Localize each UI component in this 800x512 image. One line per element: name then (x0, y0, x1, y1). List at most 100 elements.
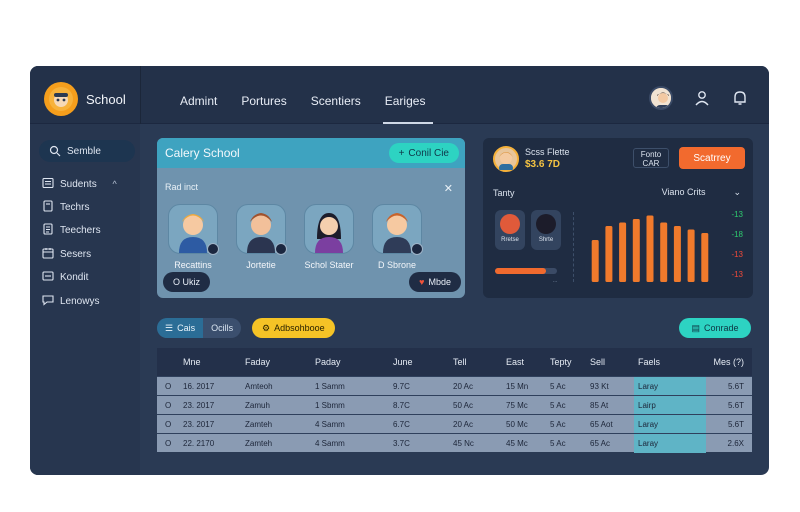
sidebar-item-lenowys[interactable]: Lenowys (42, 291, 99, 311)
table-cell: 45 Nc (453, 438, 474, 448)
col-header[interactable]: East (506, 357, 550, 367)
brand-name: School (86, 91, 126, 107)
nav-item-portures[interactable]: Portures (231, 66, 296, 124)
table-cell: 23. 2017 (183, 419, 215, 429)
table-cell: 4 Samm (315, 419, 345, 429)
person-avatar (304, 204, 354, 254)
col-header[interactable]: Tepty (550, 357, 590, 367)
table-row[interactable]: O 23. 2017 Zamuh 1 Sbmm 8.7C 50 Ac 75 Mc… (157, 395, 752, 415)
table-cell: 85 At (590, 400, 609, 410)
ukiz-button[interactable]: O Ukiz (163, 272, 210, 292)
row-radio[interactable]: O (157, 439, 183, 448)
row-radio[interactable]: O (157, 420, 183, 429)
nav-item-scentiers[interactable]: Scentiers (301, 66, 371, 124)
sidebar-item-sudents[interactable]: Sudents ^ (42, 174, 117, 194)
list-icon (42, 177, 54, 192)
owl-logo-icon (44, 82, 78, 116)
tab-ocills[interactable]: Ocills (203, 318, 241, 338)
adbsohbooe-chip[interactable]: ⚙ Adbsohbooe (252, 318, 335, 338)
sidebar-item-teechers[interactable]: Teechers (42, 220, 101, 240)
calendar-icon (42, 247, 54, 262)
row-radio[interactable]: O (157, 382, 183, 391)
bar (619, 222, 627, 282)
bar (687, 229, 695, 282)
sidebar-item-sesers[interactable]: Sesers (42, 244, 91, 264)
profile-avatar[interactable] (493, 146, 519, 172)
gear-icon: ⚙ (262, 322, 271, 333)
col-header[interactable]: Mne (183, 357, 245, 367)
heart-icon: ♥ (419, 277, 425, 287)
scatrrey-button[interactable]: Scatrrey (679, 147, 745, 169)
slider-label: ... (553, 278, 558, 284)
mbde-button[interactable]: ♥ Mbde (409, 272, 461, 292)
table-cell: 65 Ac (590, 438, 611, 448)
top-icons (649, 86, 749, 110)
progress-slider[interactable] (495, 268, 557, 274)
thumb-card[interactable]: Shrte (531, 210, 561, 250)
user-avatar[interactable] (649, 86, 673, 110)
conrade-button[interactable]: ▤ Conrade (679, 318, 751, 338)
table-cell: 65 Aot (590, 419, 613, 429)
delta-value: -18 (731, 230, 743, 239)
person-avatar (236, 204, 287, 255)
person-card[interactable]: Recattins (165, 204, 221, 270)
chat-icon (42, 294, 54, 309)
col-header[interactable]: Faday (245, 357, 315, 367)
person-card[interactable]: Jortetie (233, 204, 289, 270)
table-cell: Laray (634, 376, 706, 396)
col-header[interactable]: Sell (590, 357, 634, 367)
table-cell: 4 Samm (315, 438, 345, 448)
row-radio[interactable]: O (157, 401, 183, 410)
col-header[interactable]: Faels (634, 357, 706, 367)
nav-item-admint[interactable]: Admint (170, 66, 227, 124)
thumb-avatar (500, 214, 520, 234)
user-icon[interactable] (693, 89, 711, 107)
sidebar-item-label: Sesers (60, 248, 92, 260)
table-cell: 5.6T (727, 381, 744, 391)
viano-crits-dropdown[interactable]: Viano Crits ⌄ (662, 187, 741, 198)
table-cell: 5.6T (727, 419, 744, 429)
top-nav: Admint Portures Scentiers Eariges (170, 66, 439, 124)
table-cell: 9.7C (393, 381, 410, 391)
nav-item-eariges[interactable]: Eariges (375, 66, 436, 124)
tab-cais[interactable]: ☰ Cais (157, 318, 204, 338)
table-cell: 1 Samm (315, 381, 345, 391)
school-card-action-button[interactable]: + Conil Cie (388, 143, 459, 163)
col-header[interactable]: June (393, 357, 453, 367)
sidebar-item-label: Kondit (60, 271, 89, 283)
col-header[interactable]: Mes (?) (706, 357, 752, 367)
sidebar-item-kondit[interactable]: Kondit (42, 267, 88, 287)
table-cell: 16. 2017 (183, 381, 215, 391)
top-bar: School Admint Portures Scentiers Eariges (30, 66, 769, 124)
table-cell: 20 Ac (453, 419, 474, 429)
sidebar-item-label: Techrs (60, 201, 90, 213)
sidebar-item-semble[interactable]: Semble (39, 140, 135, 162)
app-window: School Admint Portures Scentiers Eariges (30, 66, 769, 475)
expand-icon[interactable]: ✕ (444, 182, 453, 195)
table-row[interactable]: O 16. 2017 Amteoh 1 Samm 9.7C 20 Ac 15 M… (157, 376, 752, 396)
bell-icon[interactable] (731, 89, 749, 107)
person-card[interactable]: Schol Stater (301, 204, 357, 270)
table-cell: 93 Kt (590, 381, 609, 391)
chevron-down-icon: ⌄ (733, 187, 741, 197)
table-row[interactable]: O 23. 2017 Zamteh 4 Samm 6.7C 20 Ac 50 M… (157, 414, 752, 434)
table-cell: 2.6X (727, 438, 744, 448)
school-card-subtitle: Rad inct (165, 182, 199, 192)
brand[interactable]: School (44, 82, 126, 116)
chevron-up-icon[interactable]: ^ (112, 179, 116, 189)
table-cell: 3.7C (393, 438, 410, 448)
thumb-card[interactable]: Rretse (495, 210, 525, 250)
info-box: Fonto CAR (633, 148, 669, 168)
person-card[interactable]: D Sbrone (369, 204, 425, 270)
col-header[interactable]: Tell (453, 357, 506, 367)
sidebar-item-techrs[interactable]: Techrs (42, 197, 89, 217)
sidebar: Semble Sudents ^ Techrs Teechers Sesers … (30, 124, 140, 475)
col-header[interactable]: Paday (315, 357, 393, 367)
badge-icon (411, 243, 423, 255)
bar (673, 226, 681, 282)
bar (701, 233, 709, 282)
divider (573, 212, 574, 282)
table-cell: 5 Ac (550, 419, 566, 429)
table-row[interactable]: O 22. 2170 Zamteh 4 Samm 3.7C 45 Nc 45 M… (157, 433, 752, 453)
bar (632, 219, 640, 282)
